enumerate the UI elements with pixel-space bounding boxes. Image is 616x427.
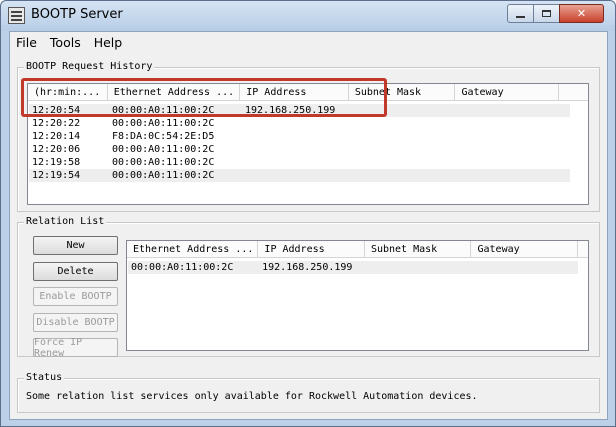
minimize-icon [516,15,525,18]
column-header-time[interactable]: (hr:min:... [28,84,108,101]
cell-ip [242,130,351,143]
close-icon: ✕ [576,7,587,20]
relation-header: Ethernet Address ... IP Address Subnet M… [127,241,588,258]
cell-ip: 192.168.250.199 [262,262,353,273]
cell-gateway [458,143,562,156]
column-header-ip[interactable]: IP Address [258,241,365,258]
menu-bar: File Tools Help [10,32,607,52]
cell-subnet [351,117,458,130]
status-group-title: Status [24,371,65,385]
table-row[interactable]: 12:19:58 00:00:A0:11:00:2C [29,156,570,169]
cell-ethernet: F8:DA:0C:54:2E:D5 [112,131,215,142]
new-button[interactable]: New [33,236,118,255]
cell-gateway [458,104,562,117]
cell-subnet [351,169,458,182]
column-header-filler [578,241,588,258]
cell-ip [242,143,351,156]
status-text: Some relation list services only availab… [26,391,478,402]
force-ip-renew-button[interactable]: Force IP Renew [33,337,118,359]
enable-bootp-button[interactable]: Enable BOOTP [33,287,118,306]
app-list-icon[interactable] [8,7,25,24]
cell-ethernet: 00:00:A0:11:00:2C [112,170,215,181]
title-bar[interactable]: BOOTP Server ✕ [1,1,615,31]
delete-button[interactable]: Delete [33,262,118,281]
disable-bootp-button[interactable]: Disable BOOTP [33,313,118,332]
column-header-subnet[interactable]: Subnet Mask [364,241,472,258]
minimize-button[interactable] [507,4,534,23]
column-header-subnet[interactable]: Subnet Mask [348,84,456,101]
bootp-server-window: BOOTP Server ✕ File Tools Help BOOTP Req… [0,0,616,427]
cell-ip [242,117,351,130]
history-header: (hr:min:... Ethernet Address ... IP Addr… [28,84,588,101]
cell-gateway [472,261,578,274]
column-header-ethernet[interactable]: Ethernet Address ... [127,241,259,258]
cell-time: 12:19:58 [32,157,81,168]
cell-subnet [365,261,471,274]
cell-ip [242,169,351,182]
relation-group: Relation List New Delete Enable BOOTP Di… [17,215,600,359]
column-header-ethernet[interactable]: Ethernet Address ... [107,84,241,101]
relation-group-title: Relation List [24,215,107,229]
table-row[interactable]: 12:19:54 00:00:A0:11:00:2C [29,169,570,182]
cell-gateway [458,156,562,169]
table-row[interactable]: 12:20:06 00:00:A0:11:00:2C [29,143,570,156]
cell-time: 12:20:06 [32,144,81,155]
cell-subnet [351,130,458,143]
cell-time: 12:20:54 [32,105,81,116]
history-group-title: BOOTP Request History [24,60,155,74]
column-header-gateway[interactable]: Gateway [455,84,560,101]
close-button[interactable]: ✕ [559,4,604,23]
cell-subnet [351,156,458,169]
column-header-ip[interactable]: IP Address [240,84,349,101]
table-row[interactable]: 12:20:14 F8:DA:0C:54:2E:D5 [29,130,570,143]
client-area: File Tools Help BOOTP Request History (h… [9,31,608,420]
relation-list[interactable]: Ethernet Address ... IP Address Subnet M… [126,240,589,351]
cell-ethernet: 00:00:A0:11:00:2C [112,157,215,168]
cell-ethernet: 00:00:A0:11:00:2C [112,105,215,116]
table-row[interactable]: 00:00:A0:11:00:2C 192.168.250.199 [128,261,578,274]
cell-time: 12:19:54 [32,170,81,181]
menu-tools[interactable]: Tools [44,35,88,50]
cell-ethernet: 00:00:A0:11:00:2C [112,144,215,155]
history-list[interactable]: (hr:min:... Ethernet Address ... IP Addr… [27,83,589,205]
table-row[interactable]: 12:20:22 00:00:A0:11:00:2C [29,117,570,130]
status-group: Status Some relation list services only … [17,371,600,413]
cell-subnet [351,104,458,117]
cell-subnet [351,143,458,156]
cell-gateway [458,117,562,130]
table-row[interactable]: 12:20:54 00:00:A0:11:00:2C 192.168.250.199 [29,104,570,117]
cell-ip: 192.168.250.199 [245,105,336,116]
menu-file[interactable]: File [10,35,44,50]
history-group: BOOTP Request History (hr:min:... Ethern… [17,60,600,212]
cell-ip [242,156,351,169]
maximize-button[interactable] [533,4,560,23]
cell-ethernet: 00:00:A0:11:00:2C [131,262,234,273]
cell-ethernet: 00:00:A0:11:00:2C [112,118,215,129]
column-header-filler [559,84,588,101]
cell-time: 12:20:14 [32,131,81,142]
maximize-icon [542,10,551,17]
window-title: BOOTP Server [31,7,123,22]
cell-gateway [458,169,562,182]
menu-help[interactable]: Help [88,35,130,50]
cell-time: 12:20:22 [32,118,81,129]
column-header-gateway[interactable]: Gateway [471,241,579,258]
cell-gateway [458,130,562,143]
